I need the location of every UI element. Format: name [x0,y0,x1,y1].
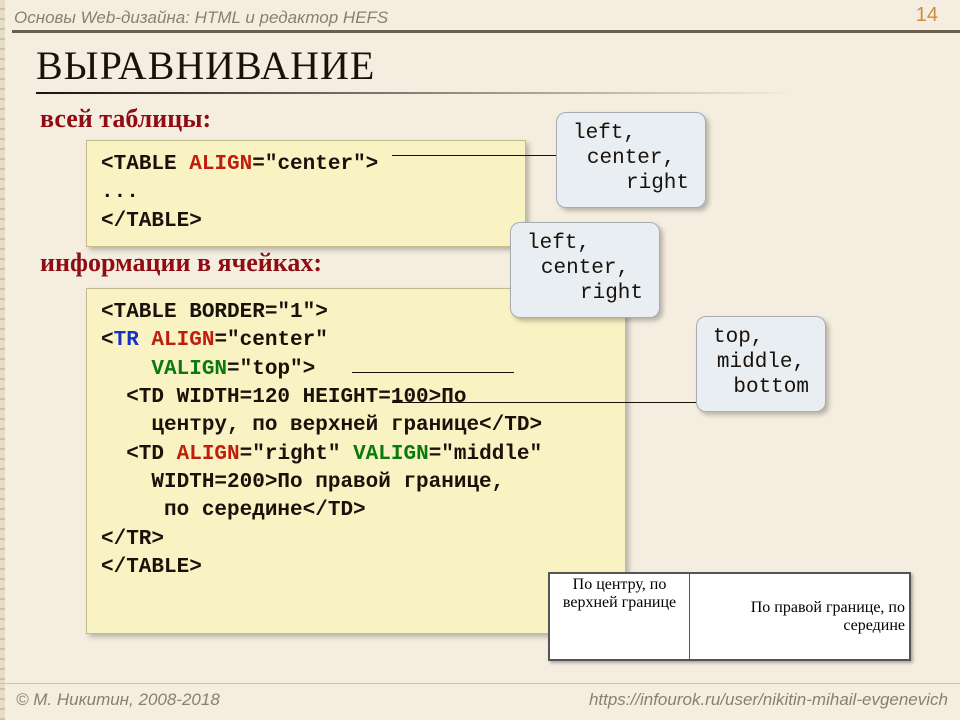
attr-align: ALIGN [189,153,252,176]
code-block-cell-align: <TABLE BORDER="1"> <TR ALIGN="center" VA… [86,288,626,634]
title-underline [36,92,796,94]
callout-connector [352,372,514,373]
callout-line: right [573,171,689,196]
attr-valign: VALIGN [151,358,227,381]
code-text: TABLE [114,153,190,176]
callout-connector [392,402,700,403]
header-rule [12,30,960,33]
page-number: 14 [916,4,938,27]
code-text: ="middle" [429,443,542,466]
callout-line: center, [527,256,643,281]
tag-tr: TR [114,329,152,352]
callout-line: left, [573,121,689,146]
callout-align-values: left, center, right [556,112,706,208]
code-text: < [101,153,114,176]
code-line: по середине</TD> [101,497,611,525]
code-line: <TD WIDTH=120 HEIGHT=100>По [101,384,611,412]
course-title: Основы Web-дизайна: HTML и редактор HEFS [14,8,388,28]
code-line: </TABLE> [101,554,611,582]
demo-cell-right-middle: По правой границе, по середине [690,574,910,660]
code-line: центру, по верхней границе</TD> [101,412,611,440]
callout-line: bottom [713,375,809,400]
code-text: ="center" [214,329,327,352]
code-line: <TD ALIGN="right" VALIGN="middle" [101,441,611,469]
code-text: <TD [101,443,177,466]
code-block-table-align: <TABLE ALIGN="center"> ... </TABLE> [86,140,526,247]
attr-align: ALIGN [177,443,240,466]
callout-line: middle, [713,350,809,375]
attr-align: ALIGN [151,329,214,352]
callout-valign-values: top, middle, bottom [696,316,826,412]
footer-copyright: © М. Никитин, 2008-2018 [16,690,220,710]
section2-heading: информации в ячейках: [40,248,322,278]
code-text: ="right" [240,443,353,466]
callout-line: right [527,281,643,306]
callout-line: top, [713,325,809,350]
slide-title: ВЫРАВНИВАНИЕ [36,42,375,89]
code-text: ="top"> [227,358,315,381]
callout-connector [392,155,560,156]
code-text: ... [101,181,139,204]
code-text: ="center"> [252,153,378,176]
code-text [101,358,151,381]
code-line: <TR ALIGN="center" [101,327,611,355]
callout-line: center, [573,146,689,171]
code-line: VALIGN="top"> [101,356,611,384]
demo-cell-centered-top: По центру, по верхней границе [550,574,690,660]
decorative-left-bar [0,0,5,720]
code-text: < [101,329,114,352]
rendered-table-example: По центру, по верхней границе По правой … [548,572,911,661]
code-line: WIDTH=200>По правой границе, [101,469,611,497]
footer-url: https://infourok.ru/user/nikitin-mihail-… [589,690,948,710]
code-line: </TR> [101,526,611,554]
footer-rule [0,683,960,684]
attr-valign: VALIGN [353,443,429,466]
code-text: </TABLE> [101,210,202,233]
callout-align-values: left, center, right [510,222,660,318]
section1-heading: всей таблицы: [40,104,211,134]
callout-line: left, [527,231,643,256]
